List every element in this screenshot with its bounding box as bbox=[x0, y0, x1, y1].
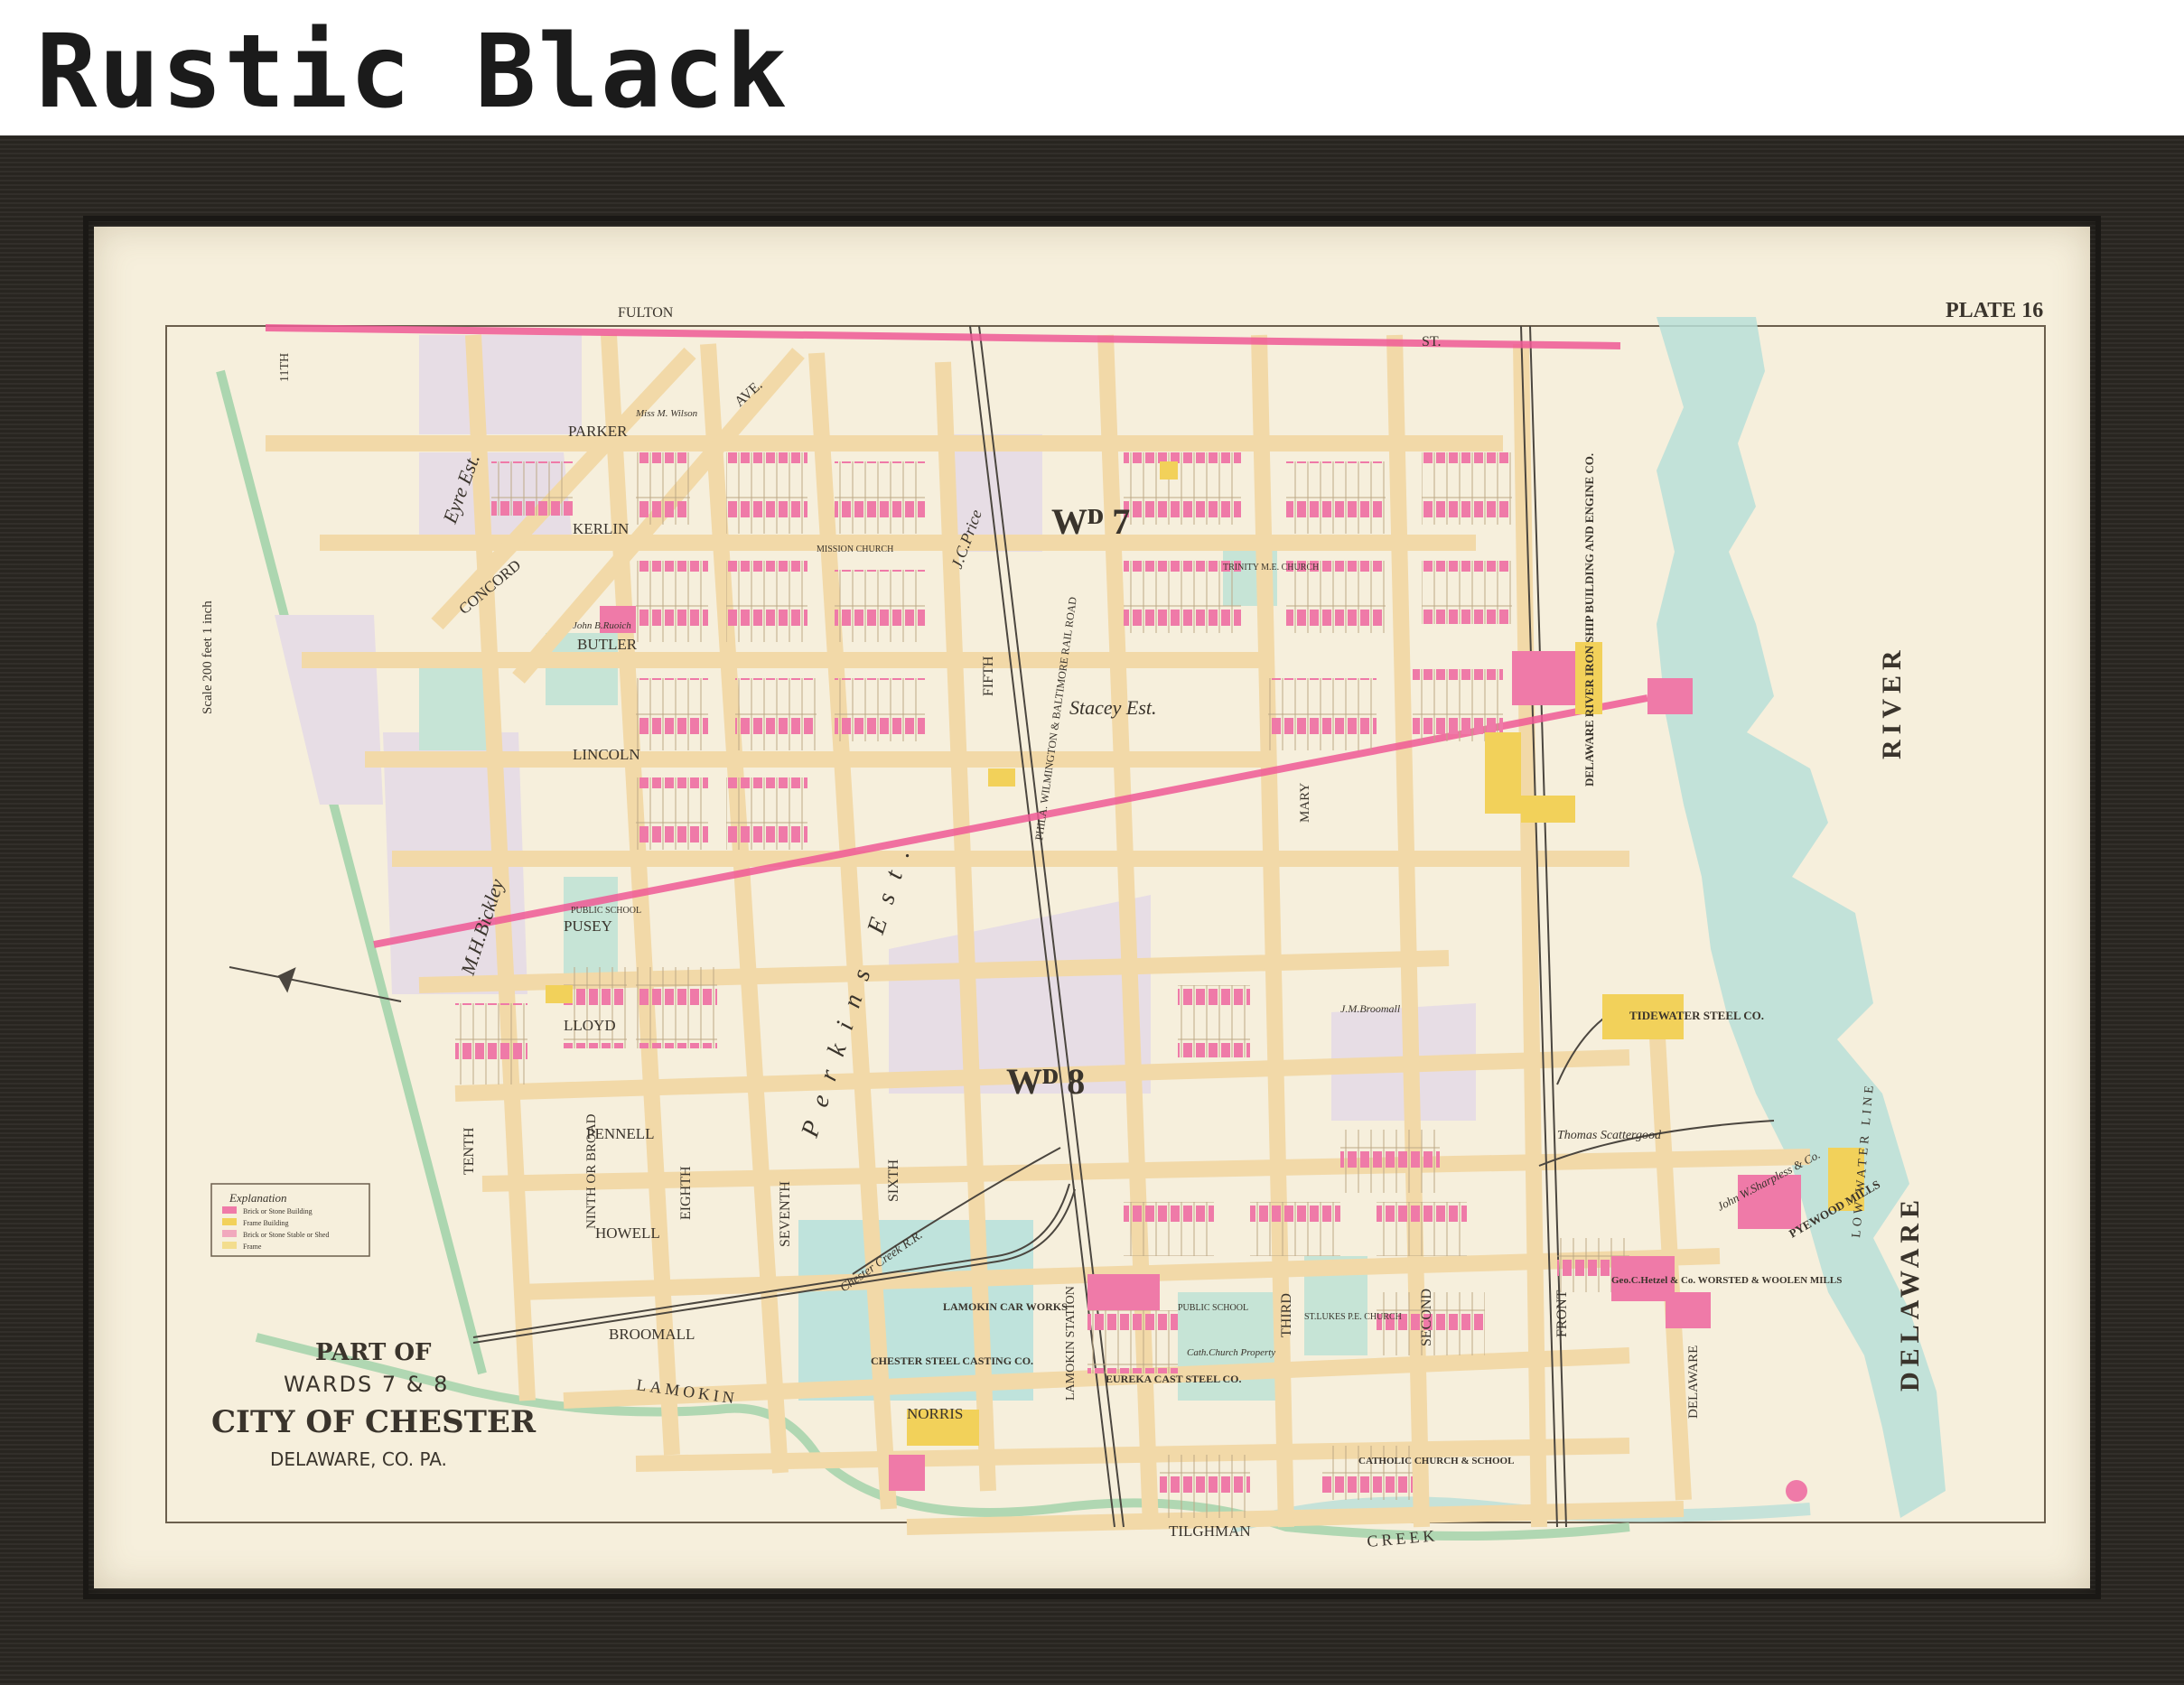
frame-style-title: Rustic Black bbox=[36, 14, 789, 131]
eureka-label: EUREKA CAST STEEL CO. bbox=[1106, 1373, 1242, 1385]
street-parker: PARKER bbox=[568, 423, 628, 440]
legend-swatches bbox=[222, 1206, 237, 1249]
legend-title: Explanation bbox=[229, 1191, 287, 1205]
map-illustration: PLATE 16 Scale 200 feet 1 inch FULTON ST… bbox=[165, 299, 2046, 1550]
street-front: FRONT bbox=[1554, 1289, 1570, 1337]
picture-frame: PLATE 16 Scale 200 feet 1 inch FULTON ST… bbox=[0, 135, 2184, 1685]
street-delaware: DELAWARE bbox=[1686, 1345, 1701, 1419]
street-lincoln: LINCOLN bbox=[573, 746, 640, 763]
ward-7-label: Wᴰ 7 bbox=[1051, 501, 1130, 542]
ward-8-label: Wᴰ 8 bbox=[1006, 1061, 1085, 1102]
street-ninth: NINTH OR BROAD bbox=[584, 1113, 599, 1229]
street-tenth: TENTH bbox=[462, 1127, 477, 1175]
iron-ship-label: DELAWARE RIVER IRON SHIP BUILDING AND EN… bbox=[1582, 453, 1596, 787]
chester-steel-label: CHESTER STEEL CASTING CO. bbox=[871, 1355, 1033, 1367]
cath-church-property: Cath.Church Property bbox=[1187, 1347, 1275, 1358]
legend-item-1: Brick or Stone Building bbox=[243, 1207, 313, 1215]
street-seventh: SEVENTH bbox=[778, 1181, 793, 1247]
title-city: CITY OF CHESTER bbox=[211, 1404, 537, 1440]
legend-item-3: Brick or Stone Stable or Shed bbox=[243, 1231, 329, 1239]
street-butler: BUTLER bbox=[577, 636, 638, 653]
scattergood-label: Thomas Scattergood bbox=[1557, 1129, 1662, 1142]
catholic-church-label: CATHOLIC CHURCH & SCHOOL bbox=[1358, 1456, 1514, 1466]
ruoich-label: John B.Ruoich bbox=[573, 620, 631, 631]
street-kerlin: KERLIN bbox=[573, 520, 629, 537]
street-fulton: FULTON bbox=[618, 305, 674, 321]
stacey-estate: Stacey Est. bbox=[1069, 696, 1157, 719]
trinity-church: TRINITY M.E. CHURCH bbox=[1223, 563, 1319, 573]
street-howell: HOWELL bbox=[595, 1224, 660, 1242]
street-second: SECOND bbox=[1419, 1289, 1434, 1346]
street-lloyd: LLOYD bbox=[564, 1017, 616, 1034]
legend-item-4: Frame bbox=[243, 1243, 262, 1251]
legend-item-2: Frame Building bbox=[243, 1219, 288, 1227]
street-eighth: EIGHTH bbox=[678, 1166, 694, 1220]
street-broomall: BROOMALL bbox=[609, 1326, 695, 1343]
street-pusey: PUSEY bbox=[564, 917, 612, 935]
delaware-label: DELAWARE bbox=[1895, 1195, 1925, 1392]
plate-number: PLATE 16 bbox=[1946, 299, 2043, 322]
title-county: DELAWARE, CO. PA. bbox=[270, 1448, 447, 1470]
worsted-mills-label: Geo.C.Hetzel & Co. WORSTED & WOOLEN MILL… bbox=[1611, 1275, 1842, 1286]
tidewater-label: TIDEWATER STEEL CO. bbox=[1629, 1009, 1764, 1022]
street-mary: MARY bbox=[1298, 783, 1312, 823]
broomall-label: J.M.Broomall bbox=[1340, 1002, 1401, 1015]
public-school-1: PUBLIC SCHOOL bbox=[571, 906, 641, 916]
scale-note: Scale 200 feet 1 inch bbox=[201, 600, 215, 714]
map-paper: PLATE 16 Scale 200 feet 1 inch FULTON ST… bbox=[94, 227, 2090, 1588]
street-third: THIRD bbox=[1279, 1293, 1294, 1337]
wilson-label: Miss M. Wilson bbox=[635, 408, 698, 419]
gas-holder bbox=[1786, 1480, 1807, 1502]
street-fifth: FIFTH bbox=[981, 656, 996, 696]
title-part-of: PART OF bbox=[315, 1339, 432, 1366]
lamokin-works-label: LAMOKIN CAR WORKS bbox=[943, 1300, 1068, 1313]
street-norris: NORRIS bbox=[907, 1405, 963, 1422]
street-tilghman: TILGHMAN bbox=[1169, 1522, 1251, 1540]
mission-church: MISSION CHURCH bbox=[817, 545, 893, 554]
street-st-label: ST. bbox=[1422, 334, 1441, 349]
title-wards: WARDS 7 & 8 bbox=[284, 1372, 449, 1397]
public-school-2: PUBLIC SCHOOL bbox=[1178, 1303, 1248, 1313]
street-sixth: SIXTH bbox=[886, 1159, 901, 1202]
st-lukes-church: ST.LUKES P.E. CHURCH bbox=[1304, 1312, 1402, 1322]
street-eleventh: 11TH bbox=[278, 353, 292, 382]
river-label: RIVER bbox=[1877, 645, 1907, 759]
